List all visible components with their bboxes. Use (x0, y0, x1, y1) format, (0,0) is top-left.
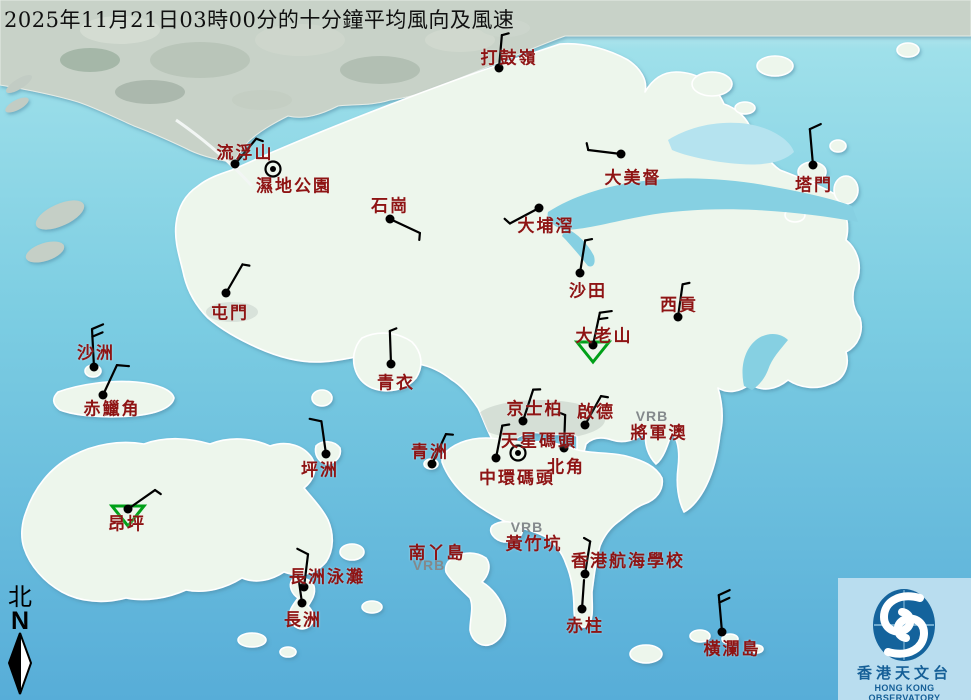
station-star-ferry-pier (511, 446, 526, 461)
station-ngong-ping (112, 490, 161, 526)
station-tsing-yi (387, 328, 397, 368)
station-hk-sea-school (581, 538, 591, 578)
station-chek-lap-kok (99, 365, 129, 399)
station-ta-kwu-ling (495, 33, 509, 72)
station-sha-chau (90, 324, 104, 371)
compass-label-n: N (2, 610, 38, 632)
station-tap-mun (809, 124, 821, 169)
station-kings-park (519, 389, 541, 425)
station-green-island (428, 434, 453, 468)
station-central-pier (492, 425, 510, 463)
station-lau-fau-shan (231, 139, 263, 169)
station-peng-chau (310, 419, 331, 459)
station-tai-mei-tuk (587, 143, 626, 158)
wind-map-app: 打鼓嶺流浮山濕地公園石崗大埔滘大美督塔門屯門沙洲赤鱲角沙田西貢大老山青衣京士柏啟… (0, 0, 971, 700)
hko-logo-icon (838, 586, 971, 664)
station-tuen-mun (222, 264, 250, 297)
station-waglan-island (718, 590, 730, 636)
station-sha-tin (576, 239, 593, 277)
station-sai-kung (674, 283, 690, 322)
station-tates-cairn (577, 311, 612, 362)
station-wetland-park (266, 162, 281, 177)
station-stanley (578, 580, 587, 613)
map-title: 2025年11月21日03時00分的十分鐘平均風向及風速 (4, 4, 514, 34)
stations-layer (0, 0, 971, 700)
station-tai-po-kau (505, 204, 544, 224)
hko-logo-name-en: HONG KONG OBSERVATORY (838, 683, 971, 700)
station-kai-tak (581, 396, 608, 429)
hko-logo: 香港天文台 HONG KONG OBSERVATORY (838, 578, 971, 700)
station-north-point (559, 412, 569, 452)
station-shek-kong (386, 215, 420, 240)
compass-needle-icon (3, 632, 37, 696)
compass-north: 北 N (2, 584, 38, 696)
hko-logo-name-cn: 香港天文台 (838, 662, 971, 683)
